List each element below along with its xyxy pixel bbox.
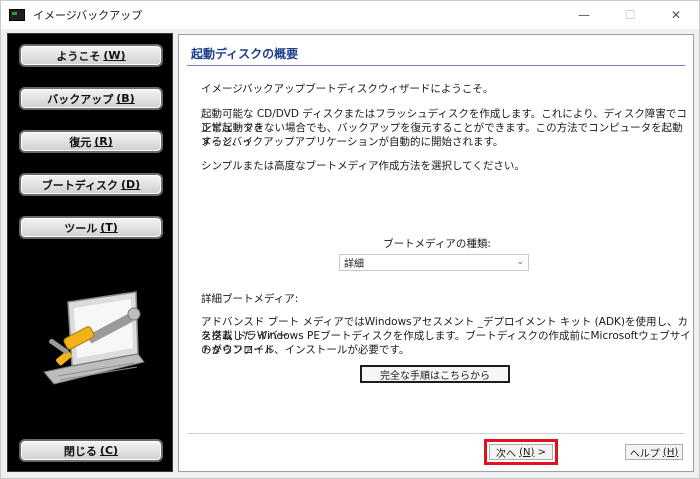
help-button[interactable]: ヘルプ (H) xyxy=(625,444,683,460)
sidebar-item-accel: (T) xyxy=(100,221,118,234)
sidebar-item-boot-disk[interactable]: ブートディスク (D) xyxy=(19,173,163,196)
boot-media-type-label: ブートメディアの種類: xyxy=(383,238,491,250)
sidebar-item-accel: (D) xyxy=(121,178,141,191)
footer-divider xyxy=(187,433,685,434)
description-line-3: メージバックアップアプリケーションが自動的に開始されます。 xyxy=(201,136,504,148)
close-app-button[interactable]: 閉じる (C) xyxy=(19,439,163,462)
next-button-highlight: 次へ (N) > xyxy=(484,439,558,465)
sidebar-item-accel: (R) xyxy=(94,135,113,148)
sidebar-item-backup[interactable]: バックアップ (B) xyxy=(19,87,163,110)
sidebar-item-welcome[interactable]: ようこそ (W) xyxy=(19,44,163,67)
sidebar-item-accel: (B) xyxy=(116,92,135,105)
minimize-button[interactable]: — xyxy=(561,1,607,29)
sidebar: ようこそ (W) バックアップ (B) 復元 (R) ブートディスク (D) ツール (T… xyxy=(7,33,173,472)
help-button-accel: (H) xyxy=(662,446,679,458)
sidebar-item-label: ようこそ xyxy=(56,49,101,63)
page-title: 起動ディスクの概要 xyxy=(191,47,299,61)
sidebar-item-label: 復元 xyxy=(69,135,92,149)
sidebar-item-label: ツール xyxy=(64,221,98,235)
app-logo-icon xyxy=(9,9,25,21)
sidebar-item-tools[interactable]: ツール (T) xyxy=(19,216,163,239)
advanced-media-line-3: のダウンロード、インストールが必要です。 xyxy=(201,344,410,356)
next-button-accel: (N) xyxy=(519,446,535,458)
help-button-label: ヘルプ xyxy=(629,448,660,460)
close-app-accel: (C) xyxy=(99,444,119,457)
boot-media-type-select[interactable]: 詳細 ⌄ xyxy=(339,254,529,271)
sidebar-item-restore[interactable]: 復元 (R) xyxy=(19,130,163,153)
close-app-label: 閉じる xyxy=(63,444,97,458)
next-button[interactable]: 次へ (N) > xyxy=(489,444,553,460)
choose-method-text: シンプルまたは高度なブートメディア作成方法を選択してください。 xyxy=(201,160,525,172)
main-panel: 起動ディスクの概要 イメージバックアップブートディスクウィザードにようこそ。 起… xyxy=(178,34,694,472)
advanced-media-heading: 詳細ブートメディア: xyxy=(201,293,299,305)
title-bar[interactable]: イメージバックアップ — ☐ ✕ xyxy=(1,1,699,29)
window-title: イメージバックアップ xyxy=(33,9,143,22)
maximize-button[interactable]: ☐ xyxy=(607,1,653,29)
next-button-arrow: > xyxy=(537,446,547,458)
boot-media-type-value: 詳細 xyxy=(344,259,364,270)
title-divider xyxy=(187,65,685,66)
chevron-down-icon: ⌄ xyxy=(516,257,524,267)
next-button-label: 次へ xyxy=(495,448,516,460)
full-steps-button[interactable]: 完全な手順はこちらから xyxy=(360,365,510,383)
window-controls: — ☐ ✕ xyxy=(561,1,699,29)
sidebar-item-label: ブートディスク xyxy=(41,178,119,192)
sidebar-item-label: バックアップ xyxy=(47,92,114,106)
close-window-button[interactable]: ✕ xyxy=(653,1,699,29)
intro-text: イメージバックアップブートディスクウィザードにようこそ。 xyxy=(201,83,494,95)
laptop-tools-illustration xyxy=(43,291,145,385)
app-window: イメージバックアップ — ☐ ✕ ようこそ (W) バックアップ (B) 復元 (R)… xyxy=(0,0,700,479)
sidebar-item-accel: (W) xyxy=(103,49,126,62)
